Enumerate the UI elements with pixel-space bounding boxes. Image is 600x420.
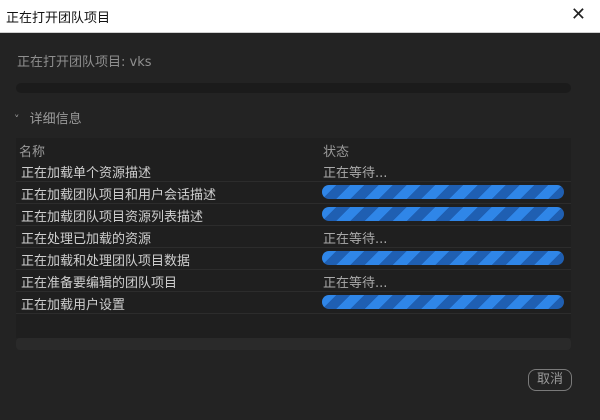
overall-progress-bar [16, 83, 571, 93]
table-rows: 正在加载单个资源描述 正在等待... 正在加载团队项目和用户会话描述 正在加载团… [16, 160, 571, 314]
task-progress-bar [322, 251, 564, 265]
table-row: 正在处理已加载的资源 正在等待... [16, 226, 571, 248]
table-row: 正在加载和处理团队项目数据 [16, 248, 571, 270]
table-row: 正在加载团队项目资源列表描述 [16, 204, 571, 226]
table-header: 名称 状态 [16, 138, 571, 160]
window-title: 正在打开团队项目 [6, 11, 111, 26]
task-name: 正在加载团队项目和用户会话描述 [21, 188, 217, 203]
details-label: 详细信息 [29, 112, 82, 127]
task-progress-bar [322, 185, 564, 199]
task-name: 正在处理已加载的资源 [21, 232, 152, 247]
task-table: 名称 状态 正在加载单个资源描述 正在等待... 正在加载团队项目和用户会话描述… [16, 138, 571, 338]
cancel-button[interactable]: 取消 [528, 369, 572, 391]
title-bar: 正在打开团队项目 ✕ [0, 0, 600, 33]
horizontal-scrollbar[interactable] [16, 338, 571, 350]
chevron-down-icon: ˅ [14, 113, 20, 126]
task-progress-bar [322, 207, 564, 221]
task-status-text: 正在等待... [323, 276, 388, 291]
task-progress-bar [322, 295, 564, 309]
table-row: 正在加载团队项目和用户会话描述 [16, 182, 571, 204]
task-name: 正在加载和处理团队项目数据 [21, 254, 191, 269]
details-toggle[interactable]: ˅ 详细信息 [14, 108, 82, 127]
task-name: 正在加载用户设置 [21, 298, 126, 313]
close-icon[interactable]: ✕ [571, 4, 586, 25]
table-row: 正在准备要编辑的团队项目 正在等待... [16, 270, 571, 292]
task-status-text: 正在等待... [323, 166, 388, 181]
table-row: 正在加载用户设置 [16, 292, 571, 314]
task-name: 正在加载团队项目资源列表描述 [21, 210, 204, 225]
column-header-status: 状态 [323, 145, 350, 160]
task-name: 正在加载单个资源描述 [21, 166, 152, 181]
opening-project-label: 正在打开团队项目: vks [17, 55, 152, 70]
column-header-name: 名称 [19, 145, 46, 160]
table-row: 正在加载单个资源描述 正在等待... [16, 160, 571, 182]
task-name: 正在准备要编辑的团队项目 [21, 276, 178, 291]
task-status-text: 正在等待... [323, 232, 388, 247]
